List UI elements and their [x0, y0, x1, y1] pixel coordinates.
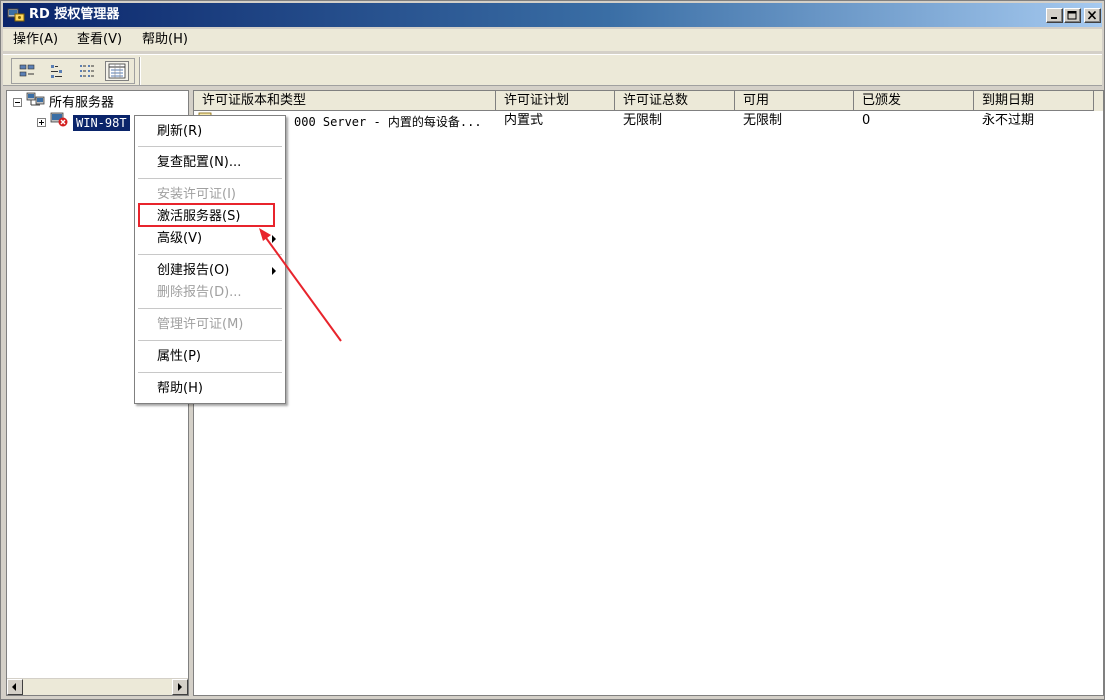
- license-type-text: 000 Server - 内置的每设备...: [294, 114, 482, 129]
- cell-license-total: 无限制: [623, 113, 663, 128]
- servers-group-icon: [26, 91, 46, 113]
- app-icon: [7, 7, 25, 22]
- column-issued[interactable]: 已颁发: [854, 91, 974, 111]
- license-list-pane[interactable]: 许可证版本和类型 许可证计划 许可证总数 可用 已颁发 到期日期 000 Ser…: [193, 90, 1104, 696]
- view-list-button[interactable]: [75, 61, 99, 81]
- server-error-icon: [50, 111, 70, 133]
- menu-view[interactable]: 查看(V): [75, 31, 124, 49]
- column-available[interactable]: 可用: [735, 91, 854, 111]
- column-expiry-date[interactable]: 到期日期: [974, 91, 1094, 111]
- menu-item-delete-report: 删除报告(D)...: [157, 285, 242, 300]
- menu-separator: [138, 372, 282, 373]
- tree-node-all-servers[interactable]: 所有服务器: [13, 91, 115, 113]
- menu-separator: [138, 178, 282, 179]
- table-row[interactable]: 000 Server - 内置的每设备... 内置式 无限制 无限制 0 永不过…: [194, 112, 1103, 130]
- menu-item-install-license: 安装许可证(I): [157, 187, 236, 202]
- column-license-type[interactable]: 许可证版本和类型: [194, 91, 496, 111]
- tree-node-server[interactable]: WIN-98T: [37, 111, 130, 133]
- menu-separator: [138, 146, 282, 147]
- server-name-label: WIN-98T: [73, 114, 130, 131]
- menu-item-advanced[interactable]: 高级(V): [157, 229, 202, 249]
- toolbar-separator: [139, 57, 141, 85]
- menu-item-properties[interactable]: 属性(P): [157, 347, 201, 367]
- expand-icon[interactable]: [37, 117, 46, 127]
- column-license-plan[interactable]: 许可证计划: [496, 91, 615, 111]
- menu-item-manage-licenses: 管理许可证(M): [157, 317, 244, 332]
- view-large-icons-button[interactable]: [15, 61, 39, 81]
- list-icon: [80, 65, 94, 77]
- collapse-icon[interactable]: [13, 97, 22, 107]
- menu-item-help[interactable]: 帮助(H): [157, 379, 203, 399]
- maximize-button[interactable]: [1064, 8, 1081, 23]
- column-license-total[interactable]: 许可证总数: [615, 91, 735, 111]
- toolbar: [3, 54, 1102, 86]
- cell-issued: 0: [862, 113, 871, 128]
- tree-root-label: 所有服务器: [49, 95, 115, 111]
- scroll-left-arrow-icon[interactable]: [7, 679, 23, 695]
- menu-help[interactable]: 帮助(H): [140, 31, 190, 49]
- minimize-button[interactable]: [1046, 8, 1063, 23]
- menu-item-create-report[interactable]: 创建报告(O): [157, 261, 229, 281]
- menu-item-refresh[interactable]: 刷新(R): [157, 122, 202, 142]
- scroll-right-arrow-icon[interactable]: [172, 679, 188, 695]
- menu-bar: 操作(A) 查看(V) 帮助(H): [3, 29, 1102, 51]
- large-icons-icon: [19, 64, 35, 77]
- menu-item-review-config[interactable]: 复查配置(N)...: [157, 153, 241, 173]
- cell-expiry-date: 永不过期: [982, 113, 1035, 128]
- tree-horizontal-scrollbar[interactable]: [7, 678, 188, 695]
- cell-available: 无限制: [743, 113, 783, 128]
- list-header: 许可证版本和类型 许可证计划 许可证总数 可用 已颁发 到期日期: [194, 91, 1103, 111]
- menu-action[interactable]: 操作(A): [11, 31, 60, 49]
- rd-license-manager-window: RD 授权管理器 操作(A) 查看(V) 帮助(H) 所有服务器 WIN-98T…: [0, 0, 1105, 700]
- view-small-icons-button[interactable]: [45, 61, 69, 81]
- window-title: RD 授权管理器: [29, 7, 120, 22]
- view-details-button[interactable]: [105, 61, 129, 81]
- cell-license-plan: 内置式: [504, 113, 544, 128]
- red-pointer-arrow-icon: [259, 228, 342, 342]
- title-bar[interactable]: RD 授权管理器: [3, 3, 1102, 27]
- small-icons-icon: [51, 65, 62, 78]
- details-icon: [108, 63, 126, 79]
- close-button[interactable]: [1084, 8, 1101, 23]
- view-mode-group: [11, 58, 135, 84]
